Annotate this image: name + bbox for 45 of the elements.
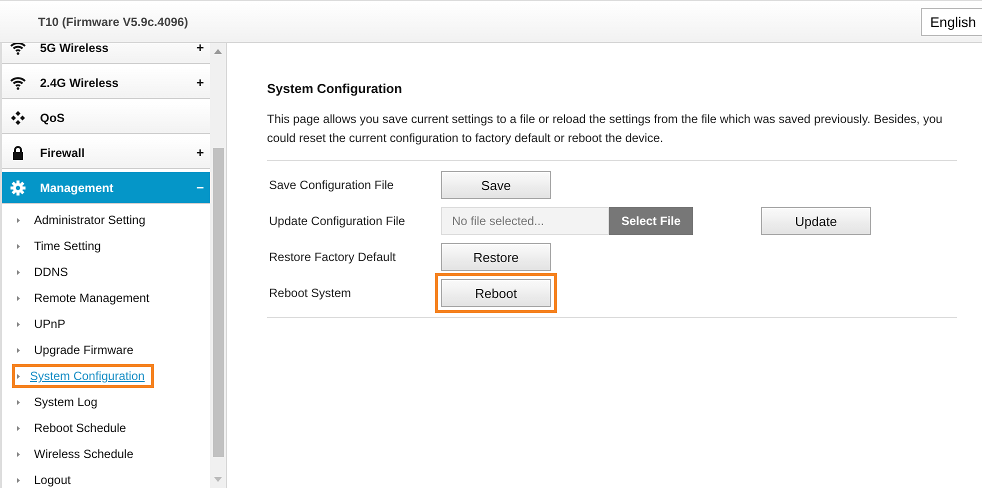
action-button[interactable]: Update (761, 207, 871, 235)
lock-icon (10, 144, 26, 160)
submenu-link[interactable]: Reboot Schedule (34, 421, 126, 435)
action-button[interactable]: Reboot (441, 279, 551, 307)
action-button[interactable]: Restore (441, 243, 551, 271)
submenu-link[interactable]: Time Setting (34, 239, 101, 253)
wifi-icon (10, 43, 26, 56)
page-title: System Configuration (267, 81, 404, 96)
submenu-link[interactable]: DDNS (34, 265, 68, 279)
row-label: Update Configuration File (268, 214, 406, 228)
row-label: Save Configuration File (268, 178, 395, 192)
submenu-link[interactable]: UPnP (34, 317, 66, 331)
bullet-icon (17, 478, 20, 482)
submenu-link[interactable]: Logout (34, 473, 71, 487)
bullet-icon (17, 270, 20, 274)
language-select[interactable]: English (921, 8, 982, 36)
bullet-icon (17, 374, 20, 378)
submenu-link[interactable]: Administrator Setting (34, 213, 146, 227)
row-label: Reboot System (268, 286, 352, 300)
bullet-icon (17, 452, 20, 456)
select-file-button[interactable]: Select File (609, 207, 693, 235)
submenu-link[interactable]: Upgrade Firmware (34, 343, 134, 357)
submenu-link[interactable]: System Configuration (30, 369, 145, 383)
bullet-icon (17, 348, 20, 352)
scrollbar[interactable] (210, 43, 226, 488)
diamonds-icon (10, 110, 26, 126)
submenu-link[interactable]: Wireless Schedule (34, 447, 134, 461)
page-description: This page allows you save current settings to a file or reload the settings from the file which was saved previously. Besides, you could reset the current configuration to factory default or reboot the device. (267, 111, 944, 147)
device-title: T10 (Firmware V5.9c.4096) (38, 14, 188, 28)
bullet-icon (17, 244, 20, 248)
bullet-icon (17, 218, 20, 222)
submenu-link[interactable]: Remote Management (34, 291, 150, 305)
submenu-link[interactable]: System Log (34, 395, 98, 409)
scroll-down-icon[interactable] (214, 477, 222, 482)
bullet-icon (17, 296, 20, 300)
wifi-icon (10, 74, 26, 90)
settings-icon (10, 180, 26, 196)
row-label: Restore Factory Default (268, 250, 397, 264)
bullet-icon (17, 400, 20, 404)
file-field[interactable]: No file selected... (441, 207, 609, 235)
action-button[interactable]: Save (441, 171, 551, 199)
menu-item[interactable]: 5G Wireless + (2, 43, 210, 64)
bullet-icon (17, 426, 20, 430)
scroll-up-icon[interactable] (214, 49, 222, 54)
bullet-icon (17, 322, 20, 326)
